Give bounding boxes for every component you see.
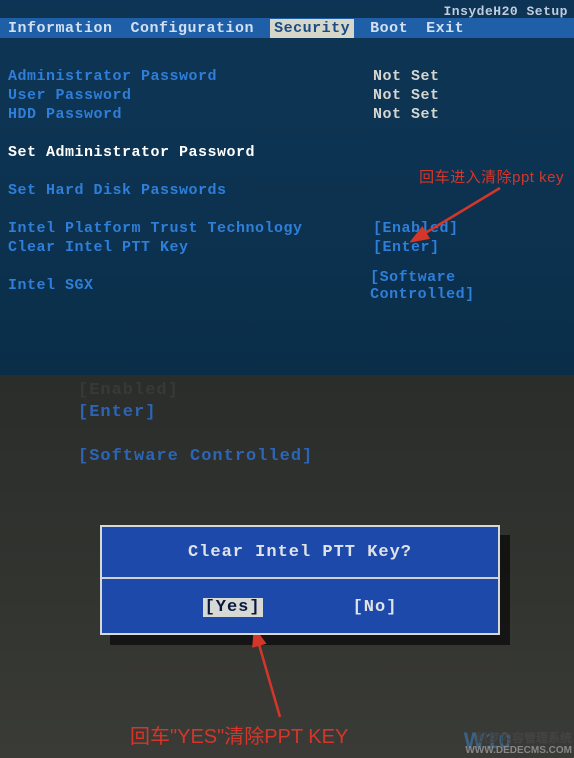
- watermark-url: WWW.DEDECMS.COM: [465, 745, 572, 756]
- row-intel-sgx[interactable]: Intel SGX [Software Controlled]: [8, 276, 568, 295]
- confirm-dialog: Clear Intel PTT Key? [Yes] [No]: [100, 525, 500, 635]
- annotation-bottom-arrow-icon: [240, 635, 300, 725]
- bios-tabbar: Information Configuration Security Boot …: [0, 18, 574, 38]
- clear-ptt-key-value: [Enter]: [373, 239, 440, 256]
- dialog-title-row: Clear Intel PTT Key?: [102, 527, 498, 579]
- enter-text: [Enter]: [78, 403, 156, 422]
- user-password-value: Not Set: [373, 87, 440, 104]
- row-admin-password: Administrator Password Not Set: [8, 67, 568, 86]
- annotation-top-text: 回车进入清除ppt key: [419, 166, 564, 187]
- admin-password-value: Not Set: [373, 68, 440, 85]
- tab-exit[interactable]: Exit: [424, 19, 466, 38]
- software-controlled-text: [Software Controlled]: [78, 447, 313, 466]
- dialog-no-button[interactable]: [No]: [353, 598, 398, 617]
- tab-configuration[interactable]: Configuration: [129, 19, 257, 38]
- intel-sgx-label: Intel SGX: [8, 277, 370, 294]
- tab-information[interactable]: Information: [6, 19, 115, 38]
- row-set-admin-password[interactable]: Set Administrator Password: [8, 143, 568, 162]
- intel-ptt-label: Intel Platform Trust Technology: [8, 220, 373, 237]
- intel-sgx-value: [Software Controlled]: [370, 269, 568, 303]
- bios-security-screen: InsydeH20 Setup Information Configuratio…: [0, 0, 574, 375]
- tab-boot[interactable]: Boot: [368, 19, 410, 38]
- admin-password-label: Administrator Password: [8, 68, 373, 85]
- hdd-password-label: HDD Password: [8, 106, 373, 123]
- bios-setup-title: InsydeH20 Setup: [443, 4, 568, 19]
- annotation-bottom-text: 回车"YES"清除PPT KEY: [130, 720, 348, 749]
- user-password-label: User Password: [8, 87, 373, 104]
- clear-ptt-key-label: Clear Intel PTT Key: [8, 239, 373, 256]
- set-admin-password-label: Set Administrator Password: [8, 144, 373, 161]
- row-clear-ptt-key[interactable]: Clear Intel PTT Key [Enter]: [8, 238, 568, 257]
- bios-dialog-screen: [Enabled] [Enter] [Software Controlled] …: [0, 375, 574, 758]
- dialog-title: Clear Intel PTT Key?: [188, 543, 412, 562]
- row-user-password: User Password Not Set: [8, 86, 568, 105]
- set-hdd-passwords-label: Set Hard Disk Passwords: [8, 182, 373, 199]
- row-intel-ptt[interactable]: Intel Platform Trust Technology [Enabled…: [8, 219, 568, 238]
- dialog-options: [Yes] [No]: [102, 579, 498, 635]
- watermark-cn: 织梦内容管理系统: [465, 732, 572, 745]
- tab-security[interactable]: Security: [270, 19, 354, 38]
- dedecms-watermark: 织梦内容管理系统 WWW.DEDECMS.COM: [465, 732, 572, 756]
- intel-ptt-value: [Enabled]: [373, 220, 459, 237]
- row-hdd-password: HDD Password Not Set: [8, 105, 568, 124]
- ghost-enabled-text: [Enabled]: [78, 381, 179, 400]
- hdd-password-value: Not Set: [373, 106, 440, 123]
- dialog-yes-button[interactable]: [Yes]: [203, 598, 263, 617]
